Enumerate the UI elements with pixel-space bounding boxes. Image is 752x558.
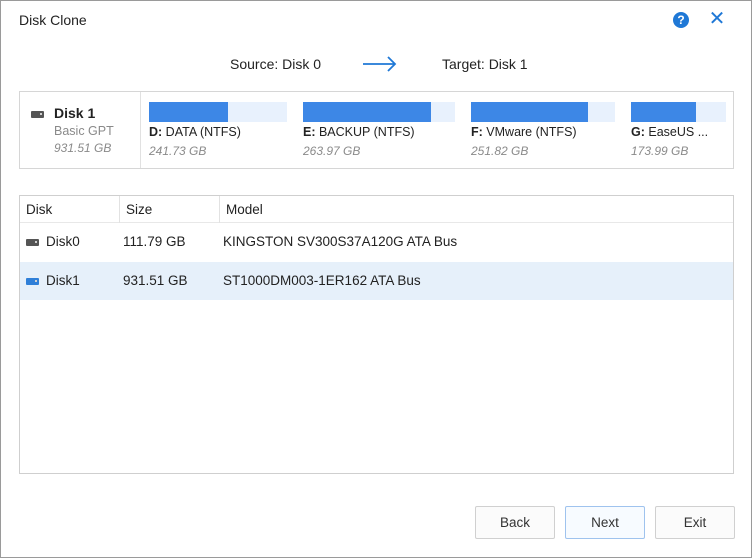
disk-clone-dialog: Disk Clone ? ✕ Source: Disk 0 Target: Di… — [0, 0, 752, 558]
column-header-size[interactable]: Size — [119, 196, 220, 223]
column-header-model[interactable]: Model — [219, 196, 733, 223]
size-cell: 111.79 GB — [123, 234, 186, 249]
partition-usage-bar — [303, 102, 431, 122]
hdd-icon — [26, 239, 39, 246]
help-icon[interactable]: ? — [673, 12, 689, 28]
disk-map: Disk 1 Basic GPT 931.51 GB D: DATA (NTFS… — [19, 91, 734, 169]
exit-button[interactable]: Exit — [655, 506, 735, 539]
disk-cell: Disk0 — [46, 234, 80, 249]
disk-info: Disk 1 Basic GPT 931.51 GB — [20, 92, 141, 168]
back-button[interactable]: Back — [475, 506, 555, 539]
partition-label: E: BACKUP (NTFS) — [303, 125, 415, 139]
size-cell: 931.51 GB — [123, 273, 188, 288]
target-label: Target: Disk 1 — [442, 56, 528, 72]
disk-size: 931.51 GB — [54, 141, 112, 155]
partition-size: 263.97 GB — [303, 144, 361, 158]
disk-table: Disk Size Model Disk0 111.79 GB KINGSTON… — [19, 195, 734, 474]
model-cell: KINGSTON SV300S37A120G ATA Bus — [223, 234, 458, 249]
column-header-disk[interactable]: Disk — [20, 196, 120, 223]
source-label: Source: Disk 0 — [230, 56, 322, 72]
partition-usage-bar — [631, 102, 696, 122]
hdd-icon — [26, 278, 39, 285]
hdd-icon — [31, 111, 44, 118]
table-row[interactable]: Disk1 931.51 GB ST1000DM003-1ER162 ATA B… — [20, 262, 733, 300]
disk-type: Basic GPT — [54, 124, 114, 138]
partition-label: F: VMware (NTFS) — [471, 125, 577, 139]
next-button[interactable]: Next — [565, 506, 645, 539]
arrow-right-icon — [363, 56, 397, 72]
partition-size: 173.99 GB — [631, 144, 689, 158]
partition-size: 241.73 GB — [149, 144, 207, 158]
partition-usage-bar — [471, 102, 588, 122]
partition-usage-bar — [149, 102, 228, 122]
partition-label: G: EaseUS ... — [631, 125, 709, 139]
close-icon[interactable]: ✕ — [708, 9, 726, 29]
partition-label: D: DATA (NTFS) — [149, 125, 241, 139]
table-row[interactable]: Disk0 111.79 GB KINGSTON SV300S37A120G A… — [20, 223, 733, 261]
model-cell: ST1000DM003-1ER162 ATA Bus — [223, 273, 421, 288]
disk-name: Disk 1 — [54, 105, 96, 121]
partition-size: 251.82 GB — [471, 144, 529, 158]
table-header: Disk Size Model — [20, 196, 733, 223]
disk-cell: Disk1 — [46, 273, 80, 288]
dialog-title: Disk Clone — [19, 12, 87, 28]
